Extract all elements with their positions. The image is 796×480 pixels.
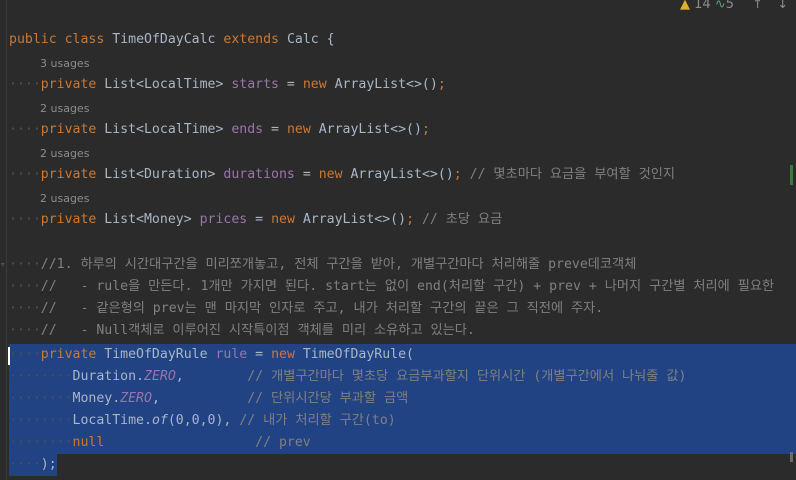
next-highlight-arrow-icon[interactable]: ↓ (777, 0, 788, 12)
field-line[interactable]: ····private List<Duration> durations = n… (9, 164, 675, 186)
arg-static-field: ZERO (144, 369, 176, 384)
comment-text: //1. 하루의 시간대구간을 미리쪼개놓고, 전체 구간을 받아, 개별구간마… (40, 257, 637, 272)
keyword-null: null (72, 435, 105, 450)
constructor-call: TimeOfDayRule( (302, 347, 414, 362)
arg-static-method: of (151, 413, 168, 428)
closing-line[interactable]: ····); (9, 454, 57, 476)
usages-hint[interactable]: 2 usages (40, 144, 89, 164)
usages-hint[interactable]: 2 usages (40, 189, 89, 209)
assign-operator: = (247, 347, 272, 362)
open-brace: { (318, 32, 335, 47)
arg-prefix: Money. (72, 391, 121, 406)
keyword-new: new (302, 77, 327, 92)
argument-line[interactable]: ········Duration.ZERO, // 개별구간마다 몇초당 요금부… (9, 366, 686, 388)
initializer: ArrayList<>() (350, 167, 454, 182)
field-type: List<LocalTime> (104, 77, 224, 92)
field-name: ends (231, 122, 264, 137)
semicolon: ; (421, 122, 430, 137)
keyword-class: class (64, 32, 105, 47)
field-name: starts (231, 77, 279, 92)
initializer: ArrayList<>() (318, 122, 422, 137)
initializer: ArrayList<>() (302, 212, 407, 227)
argument-line[interactable]: ········Money.ZERO, // 단위시간당 부과할 금액 (9, 388, 408, 410)
arg-comment: // 단위시간당 부과할 금액 (247, 391, 409, 406)
keyword-new: new (286, 122, 311, 137)
fold-marker-icon[interactable]: ▿ (0, 261, 6, 270)
field-name: durations (223, 167, 295, 182)
arg-static-field: ZERO (120, 391, 152, 406)
assign-operator: = (263, 122, 287, 137)
field-line[interactable]: ····private List<Money> prices = new Arr… (9, 209, 502, 231)
field-type: List<LocalTime> (104, 122, 224, 137)
field-name: rule (215, 347, 248, 362)
field-type: TimeOfDayRule (104, 347, 208, 362)
argument-line[interactable]: ········LocalTime.of(0,0,0), // 내가 처리할 구… (9, 410, 396, 432)
field-type: List<Money> (104, 212, 192, 227)
scrollbar-marker[interactable] (790, 165, 793, 185)
comment-line[interactable]: ····// - rule을 만든다. 1개만 가지면 된다. start는 없… (9, 276, 774, 298)
keyword-new: new (271, 212, 295, 227)
comment-line[interactable]: ····// - 같은형의 prev는 맨 마지막 인자로 주고, 내가 처리할… (9, 298, 603, 320)
keyword-public: public (9, 32, 57, 47)
field-name: prices (199, 212, 248, 227)
arg-suffix: , (151, 391, 160, 406)
warnings-count: 14 (694, 0, 711, 12)
keyword-new: new (271, 347, 295, 362)
warning-icon: ▲ (680, 0, 690, 12)
assign-operator: = (247, 212, 272, 227)
semicolon: ; (453, 167, 462, 182)
arg-comment: // 내가 처리할 구간(to) (239, 413, 396, 428)
keyword-private: private (40, 212, 97, 227)
field-line[interactable]: ····private List<LocalTime> starts = new… (9, 74, 446, 96)
field-comment: // 몇초마다 요금을 부여할 것인지 (469, 167, 675, 182)
field-comment: // 초당 요금 (421, 212, 503, 227)
previous-highlight-arrow-icon[interactable]: ↑ (752, 0, 763, 12)
closing-paren: ); (40, 457, 57, 472)
weak-warnings-count: 5 (725, 0, 735, 12)
keyword-new: new (318, 167, 343, 182)
assign-operator: = (278, 77, 303, 92)
comment-text: // - Null객체로 이루어진 시작특이점 객체를 미리 소유하고 있는다. (40, 323, 475, 338)
weak-warning-icon: ∿ (714, 0, 726, 12)
class-name: TimeOfDayCalc (112, 32, 216, 47)
class-declaration-line[interactable]: public class TimeOfDayCalc extends Calc … (9, 7, 335, 47)
inspection-widget[interactable]: ▲ 14 ∿5 ↑ ↓ (680, 0, 788, 12)
comment-line[interactable]: ····// - Null객체로 이루어진 시작특이점 객체를 미리 소유하고 … (9, 320, 475, 342)
arg-prefix: Duration. (72, 369, 144, 384)
keyword-extends: extends (223, 32, 279, 47)
initializer: ArrayList<>() (334, 77, 438, 92)
keyword-private: private (40, 77, 97, 92)
usages-hint[interactable]: 2 usages (40, 99, 89, 119)
arg-prefix: LocalTime. (72, 413, 152, 428)
field-type: List<Duration> (104, 167, 216, 182)
editor-gutter (6, 0, 7, 480)
keyword-private: private (40, 347, 97, 362)
usages-hint[interactable]: 3 usages (40, 54, 89, 74)
arg-suffix: (0,0,0), (167, 413, 232, 428)
semicolon: ; (406, 212, 415, 227)
argument-line[interactable]: ········null // prev (9, 432, 311, 454)
arg-comment: // 개별구간마다 몇초당 요금부과할지 단위시간 (개별구간에서 나눠줄 값) (247, 369, 687, 384)
comment-text: // - 같은형의 prev는 맨 마지막 인자로 주고, 내가 처리할 구간의… (40, 301, 604, 316)
arg-suffix: , (175, 369, 184, 384)
rule-declaration-line[interactable]: ····private TimeOfDayRule rule = new Tim… (9, 344, 414, 366)
comment-text: // - rule을 만든다. 1개만 가지면 된다. start는 없이 en… (40, 279, 775, 294)
field-line[interactable]: ····private List<LocalTime> ends = new A… (9, 119, 430, 141)
arg-comment: // prev (255, 435, 311, 450)
assign-operator: = (294, 167, 319, 182)
parent-class-name: Calc (286, 32, 319, 47)
comment-line[interactable]: ····//1. 하루의 시간대구간을 미리쪼개놓고, 전체 구간을 받아, 개… (9, 254, 636, 276)
semicolon: ; (437, 77, 446, 92)
scrollbar-marker[interactable] (790, 452, 793, 462)
keyword-private: private (40, 167, 97, 182)
keyword-private: private (40, 122, 97, 137)
